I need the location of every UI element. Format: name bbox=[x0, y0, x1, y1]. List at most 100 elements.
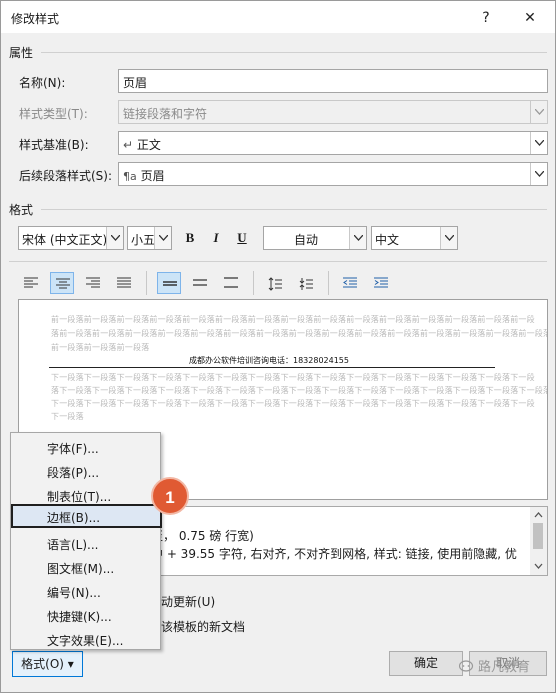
align-right-icon bbox=[86, 277, 100, 288]
chevron-down-icon[interactable] bbox=[154, 227, 171, 249]
chevron-down-icon[interactable] bbox=[349, 227, 366, 249]
align-center-button[interactable] bbox=[50, 272, 74, 294]
chevron-down-icon bbox=[530, 101, 547, 123]
based-on-value: 正文 bbox=[136, 138, 161, 152]
single-spacing-icon bbox=[163, 281, 177, 286]
font-size-select[interactable]: 小五 bbox=[127, 226, 172, 250]
preview-previous-paragraph: 前一段落前一段落前一段落 bbox=[51, 343, 150, 352]
based-on-select[interactable]: ↵ 正文 bbox=[118, 131, 548, 155]
name-value: 页眉 bbox=[123, 76, 148, 90]
preview-next-paragraph: 下一段落下一段落下一段落下一段落下一段落下一段落下一段落下一段落下一段落下一段落… bbox=[51, 373, 535, 382]
menu-item-label: 快捷键(K)... bbox=[47, 610, 112, 624]
spacing-before-icon bbox=[268, 277, 282, 291]
next-para-select[interactable]: ¶a 页眉 bbox=[118, 162, 548, 186]
description-line: 至， 0.75 磅 行宽) bbox=[151, 529, 254, 543]
one-half-spacing-button[interactable] bbox=[188, 272, 212, 294]
font-color-value: 自动 bbox=[294, 233, 319, 247]
decrease-indent-icon bbox=[343, 277, 357, 288]
increase-spacing-before-button[interactable] bbox=[263, 272, 287, 294]
increase-indent-button[interactable] bbox=[369, 272, 393, 294]
chat-bubble-icon bbox=[459, 660, 474, 672]
underline-button[interactable]: U bbox=[231, 227, 253, 249]
menu-item-label: 文字效果(E)... bbox=[47, 634, 124, 648]
menu-item-font[interactable]: 字体(F)... bbox=[12, 435, 159, 459]
scrollbar-thumb[interactable] bbox=[533, 523, 543, 549]
increase-indent-icon bbox=[374, 277, 388, 288]
double-spacing-button[interactable] bbox=[219, 272, 243, 294]
menu-item-label: 语言(L)... bbox=[47, 538, 99, 552]
format-menu-button[interactable]: 格式(O) ▾ bbox=[12, 651, 83, 677]
font-select[interactable]: 宋体 (中文正文) bbox=[18, 226, 124, 250]
font-value: 宋体 (中文正文) bbox=[22, 233, 106, 247]
based-on-label: 样式基准(B): bbox=[19, 138, 89, 152]
font-color-select[interactable]: 自动 bbox=[263, 226, 367, 250]
next-para-value: 页眉 bbox=[140, 169, 165, 183]
language-value: 中文 bbox=[375, 233, 400, 247]
style-type-value: 链接段落和字符 bbox=[123, 107, 208, 121]
menu-item-label: 字体(F)... bbox=[47, 442, 99, 456]
align-center-icon bbox=[56, 278, 70, 289]
description-scrollbar[interactable] bbox=[530, 507, 547, 575]
italic-button[interactable]: I bbox=[205, 227, 227, 249]
menu-item-numbering[interactable]: 编号(N)... bbox=[12, 579, 159, 603]
watermark: 路凡教育 bbox=[459, 656, 530, 675]
toolbar-separator bbox=[146, 271, 147, 295]
help-button[interactable]: ? bbox=[473, 7, 499, 29]
name-input[interactable]: 页眉 bbox=[118, 69, 548, 93]
align-left-button[interactable] bbox=[19, 272, 43, 294]
menu-item-shortcut-key[interactable]: 快捷键(K)... bbox=[12, 603, 159, 627]
menu-item-label: 编号(N)... bbox=[47, 586, 101, 600]
one-half-spacing-icon bbox=[193, 279, 207, 286]
scroll-up-icon[interactable] bbox=[534, 511, 543, 520]
align-right-button[interactable] bbox=[81, 272, 105, 294]
preview-bottom-border bbox=[49, 367, 495, 368]
template-option[interactable]: 该模板的新文档 bbox=[161, 618, 245, 635]
watermark-text: 路凡教育 bbox=[478, 660, 531, 675]
menu-item-label: 边框(B)... bbox=[47, 511, 101, 525]
preview-previous-paragraph: 前一段落前一段落前一段落前一段落前一段落前一段落前一段落前一段落前一段落前一段落… bbox=[51, 315, 535, 324]
spacing-after-icon bbox=[299, 278, 313, 290]
menu-item-label: 制表位(T)... bbox=[47, 490, 112, 504]
single-spacing-button[interactable] bbox=[157, 272, 181, 294]
properties-divider bbox=[41, 52, 547, 53]
bold-button[interactable]: B bbox=[179, 227, 201, 249]
description-line: 中 + 39.55 字符, 右对齐, 不对齐到网格, 样式: 链接, 使用前隐藏… bbox=[151, 547, 517, 561]
chevron-down-icon[interactable] bbox=[440, 227, 457, 249]
justify-button[interactable] bbox=[112, 272, 136, 294]
menu-item-language[interactable]: 语言(L)... bbox=[12, 531, 159, 555]
style-type-label: 样式类型(T): bbox=[19, 107, 88, 121]
menu-item-label: 图文框(M)... bbox=[47, 562, 115, 576]
menu-item-frame[interactable]: 图文框(M)... bbox=[12, 555, 159, 579]
decrease-spacing-before-button[interactable] bbox=[294, 272, 318, 294]
close-button[interactable]: ✕ bbox=[517, 7, 543, 29]
chevron-down-icon[interactable] bbox=[530, 163, 547, 185]
title-bar: 修改样式 ? ✕ bbox=[1, 1, 555, 33]
decrease-indent-button[interactable] bbox=[338, 272, 362, 294]
format-divider bbox=[41, 209, 547, 210]
toolbar-separator bbox=[328, 271, 329, 295]
auto-update-option[interactable]: 动更新(U) bbox=[161, 593, 215, 610]
menu-item-label: 段落(P)... bbox=[47, 466, 100, 480]
next-para-display: ¶a 页眉 bbox=[123, 167, 165, 184]
ok-button[interactable]: 确定 bbox=[389, 651, 463, 676]
menu-item-text-effects[interactable]: 文字效果(E)... bbox=[12, 627, 159, 651]
style-type-select: 链接段落和字符 bbox=[118, 100, 548, 124]
justify-icon bbox=[117, 277, 131, 288]
linked-style-icon: ¶a bbox=[123, 170, 137, 183]
preview-sample-text: 成都办公软件培训咨询电话：18328024155 bbox=[189, 356, 349, 365]
preview-next-paragraph: 下一段落下一段落下一段落下一段落下一段落下一段落下一段落下一段落下一段落下一段落… bbox=[51, 399, 535, 408]
language-select[interactable]: 中文 bbox=[371, 226, 458, 250]
format-menu: 字体(F)... 段落(P)... 制表位(T)... 边框(B)... 语言(… bbox=[10, 432, 162, 651]
preview-previous-paragraph: 落前一段落前一段落前一段落前一段落前一段落前一段落前一段落前一段落前一段落前一段… bbox=[51, 329, 548, 338]
name-label: 名称(N): bbox=[19, 76, 66, 90]
modify-style-dialog: 修改样式 ? ✕ 属性 名称(N): 页眉 样式类型(T): 链接段落和字符 样… bbox=[0, 0, 556, 693]
preview-next-paragraph: 落下一段落下一段落下一段落下一段落下一段落下一段落下一段落下一段落下一段落下一段… bbox=[51, 386, 548, 395]
properties-section-label: 属性 bbox=[9, 46, 34, 60]
toolbar-divider bbox=[9, 261, 547, 262]
chevron-down-icon[interactable] bbox=[530, 132, 547, 154]
font-size-value: 小五 bbox=[131, 233, 156, 247]
menu-item-paragraph[interactable]: 段落(P)... bbox=[12, 459, 159, 483]
menu-item-border[interactable]: 边框(B)... bbox=[11, 504, 162, 528]
chevron-down-icon[interactable] bbox=[106, 227, 123, 249]
scroll-down-icon[interactable] bbox=[534, 562, 543, 571]
